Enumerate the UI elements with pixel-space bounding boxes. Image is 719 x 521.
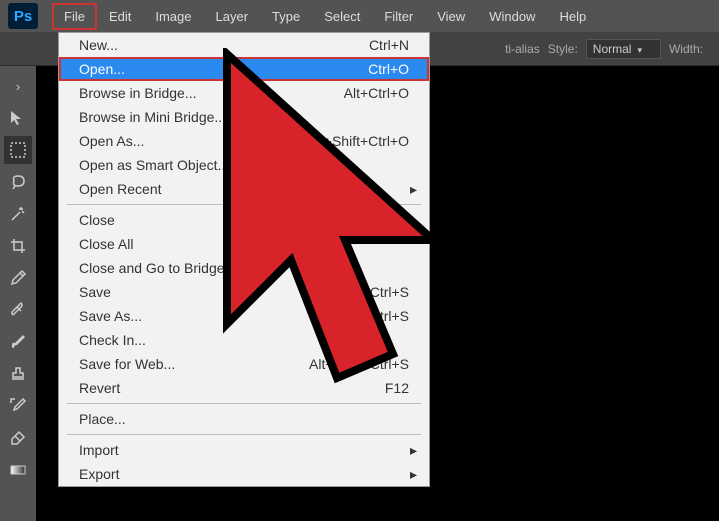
healing-brush-tool-icon[interactable] [4, 296, 32, 324]
gradient-tool-icon[interactable] [4, 456, 32, 484]
menu-item-open[interactable]: Open... Ctrl+O [59, 57, 429, 81]
submenu-arrow-icon: ▸ [410, 466, 417, 483]
crop-tool-icon[interactable] [4, 232, 32, 260]
menu-image[interactable]: Image [143, 3, 203, 30]
menu-view[interactable]: View [425, 3, 477, 30]
menu-edit[interactable]: Edit [97, 3, 143, 30]
menu-separator [67, 204, 421, 205]
menu-type[interactable]: Type [260, 3, 312, 30]
menu-item-save-as[interactable]: Save As... Shift+Ctrl+S [59, 304, 429, 328]
tool-panel: › [0, 66, 36, 521]
menu-item-shortcut: F12 [385, 380, 409, 396]
menu-item-label: Save for Web... [79, 356, 175, 372]
lasso-tool-icon[interactable] [4, 168, 32, 196]
menu-item-label: Close and Go to Bridge... [79, 260, 236, 276]
menu-item-open-as[interactable]: Open As... Alt+Shift+Ctrl+O [59, 129, 429, 153]
brush-tool-icon[interactable] [4, 328, 32, 356]
menu-item-label: Open... [79, 61, 125, 77]
menu-layer[interactable]: Layer [204, 3, 261, 30]
move-tool-icon[interactable] [4, 104, 32, 132]
menu-item-browse-in-bridge[interactable]: Browse in Bridge... Alt+Ctrl+O [59, 81, 429, 105]
submenu-arrow-icon: ▸ [410, 181, 417, 198]
collapse-panel-icon[interactable]: › [4, 72, 32, 100]
menu-item-close-all[interactable]: Close All [59, 232, 429, 256]
menu-item-open-as-smart-object[interactable]: Open as Smart Object... [59, 153, 429, 177]
menu-item-label: Save [79, 284, 111, 300]
menu-item-browse-in-mini-bridge[interactable]: Browse in Mini Bridge... [59, 105, 429, 129]
menu-item-shortcut: Shift+Ctrl+S [334, 308, 409, 324]
menu-item-label: Save As... [79, 308, 142, 324]
menu-item-revert[interactable]: Revert F12 [59, 376, 429, 400]
submenu-arrow-icon: ▸ [410, 442, 417, 459]
menu-item-label: Import [79, 442, 119, 458]
menu-item-save[interactable]: Save Ctrl+S [59, 280, 429, 304]
menu-item-label: Export [79, 466, 119, 482]
menu-item-label: Place... [79, 411, 126, 427]
menu-item-new[interactable]: New... Ctrl+N [59, 33, 429, 57]
menu-item-shortcut: Alt+Shift+Ctrl+O [307, 133, 409, 149]
menu-item-label: New... [79, 37, 118, 53]
menu-item-label: Browse in Mini Bridge... [79, 109, 226, 125]
style-label: Style: [548, 42, 578, 56]
menu-item-shortcut: Ctrl+S [370, 284, 409, 300]
menu-item-label: Close [79, 212, 115, 228]
menu-separator [67, 434, 421, 435]
wand-tool-icon[interactable] [4, 200, 32, 228]
eraser-tool-icon[interactable] [4, 424, 32, 452]
menu-item-shortcut: Alt+Shift+Ctrl+S [309, 356, 409, 372]
menu-item-shortcut: Ctrl+O [368, 61, 409, 77]
history-brush-tool-icon[interactable] [4, 392, 32, 420]
menubar: Ps File Edit Image Layer Type Select Fil… [0, 0, 719, 32]
style-select[interactable]: Normal [586, 39, 661, 59]
menu-item-label: Browse in Bridge... [79, 85, 197, 101]
menu-help[interactable]: Help [547, 3, 598, 30]
file-menu-dropdown: New... Ctrl+N Open... Ctrl+O Browse in Bridg… [58, 32, 430, 487]
menu-file[interactable]: File [52, 3, 97, 30]
eyedropper-tool-icon[interactable] [4, 264, 32, 292]
menu-item-place[interactable]: Place... [59, 407, 429, 431]
menu-item-label: Open Recent [79, 181, 162, 197]
menu-select[interactable]: Select [312, 3, 372, 30]
menu-item-label: Close All [79, 236, 133, 252]
menu-separator [67, 403, 421, 404]
antialias-label: ti-alias [505, 42, 540, 56]
menu-item-shortcut: Alt+Ctrl+O [344, 85, 409, 101]
stamp-tool-icon[interactable] [4, 360, 32, 388]
menu-window[interactable]: Window [477, 3, 547, 30]
menu-item-import[interactable]: Import ▸ [59, 438, 429, 462]
menu-item-open-recent[interactable]: Open Recent ▸ [59, 177, 429, 201]
menu-item-check-in[interactable]: Check In... [59, 328, 429, 352]
menu-item-export[interactable]: Export ▸ [59, 462, 429, 486]
menu-item-label: Open As... [79, 133, 144, 149]
menu-filter[interactable]: Filter [372, 3, 425, 30]
menu-item-close[interactable]: Close [59, 208, 429, 232]
menu-item-shortcut: Ctrl+N [369, 37, 409, 53]
width-label: Width: [669, 42, 703, 56]
menu-item-label: Revert [79, 380, 120, 396]
menu-item-label: Open as Smart Object... [79, 157, 229, 173]
menu-item-save-for-web[interactable]: Save for Web... Alt+Shift+Ctrl+S [59, 352, 429, 376]
marquee-tool-icon[interactable] [4, 136, 32, 164]
menu-item-close-and-go-to-bridge[interactable]: Close and Go to Bridge... [59, 256, 429, 280]
photoshop-logo-icon: Ps [8, 3, 38, 29]
menu-item-label: Check In... [79, 332, 146, 348]
